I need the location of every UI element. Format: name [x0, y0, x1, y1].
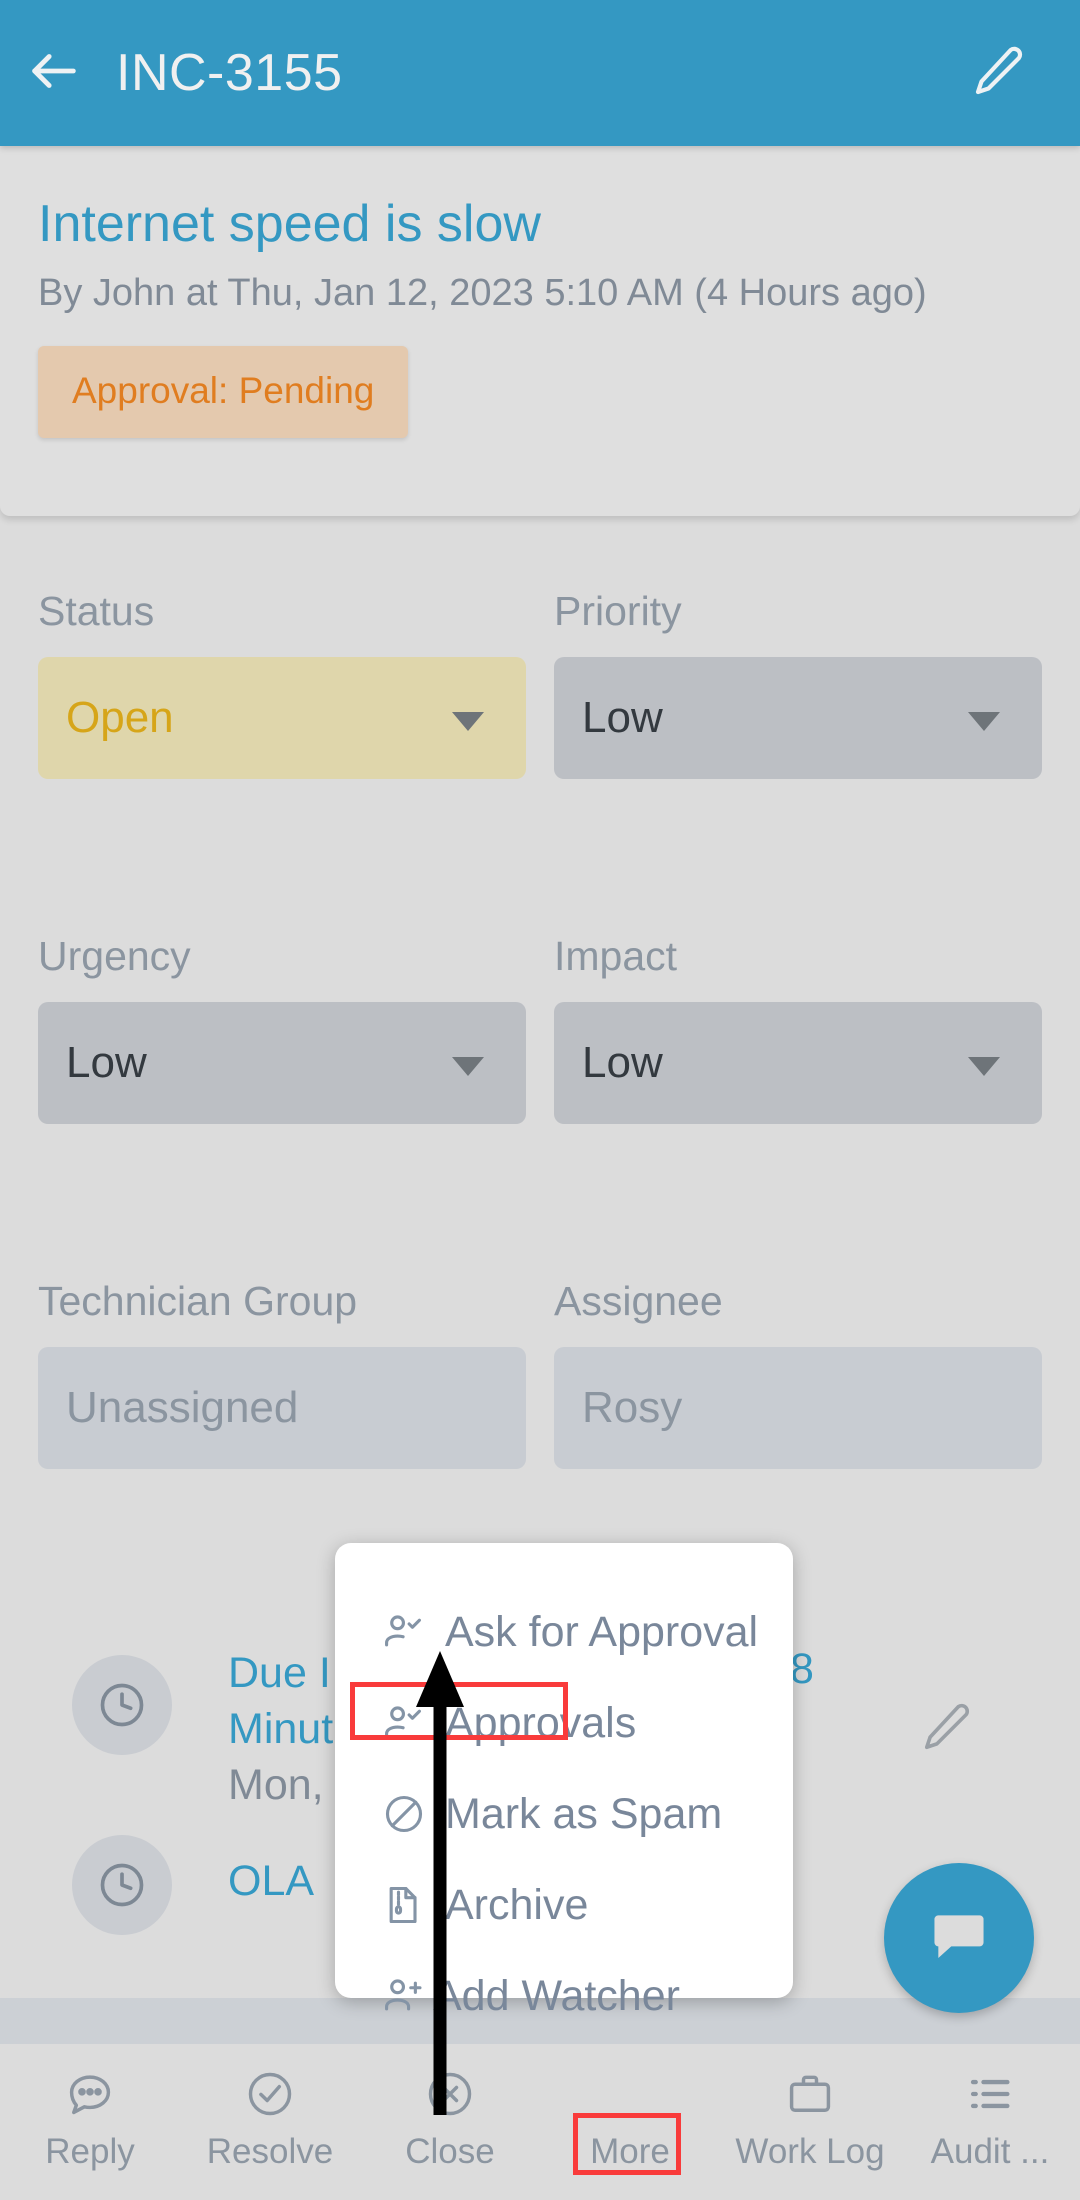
nav-item-audit[interactable]: Audit ...	[900, 2044, 1080, 2200]
status-badge: Approval: Pending	[38, 346, 409, 438]
field-value: Rosy	[582, 1383, 683, 1432]
briefcase-icon	[784, 2064, 836, 2124]
check-circle-icon	[244, 2064, 296, 2124]
block-icon	[375, 1785, 433, 1843]
menu-item-mark-as-spam[interactable]: Mark as Spam	[335, 1777, 793, 1851]
nav-item-label: Resolve	[206, 2132, 334, 2171]
ticket-meta: By John at Thu, Jan 12, 2023 5:10 AM (4 …	[38, 272, 927, 314]
technician-group-input[interactable]: Unassigned	[38, 1347, 526, 1469]
menu-spacer	[335, 1942, 793, 1959]
status-dropdown[interactable]: Open	[38, 657, 526, 779]
menu-item-label: Add Watcher	[433, 1971, 680, 2020]
field-label: Urgency	[38, 933, 191, 979]
menu-spacer	[335, 1760, 793, 1777]
pencil-icon	[971, 43, 1027, 104]
field-value: Low	[582, 1038, 663, 1087]
field-label: Technician Group	[38, 1278, 358, 1324]
page-title: INC-3155	[116, 44, 343, 102]
sla-due-line1: Due I	[228, 1649, 331, 1697]
field-urgency: Urgency Low	[38, 933, 526, 1124]
field-label: Priority	[554, 588, 682, 634]
ticket-summary-card: Internet speed is slow By John at Thu, J…	[0, 146, 1080, 516]
field-priority: Priority Low	[554, 588, 1042, 779]
app-bar: INC-3155	[0, 0, 1080, 146]
user-check-icon	[375, 1694, 433, 1752]
field-impact: Impact Low	[554, 933, 1042, 1124]
menu-item-label: Archive	[445, 1880, 589, 1929]
field-label: Assignee	[554, 1278, 723, 1324]
user-plus-icon	[375, 1967, 433, 2025]
archive-file-icon	[375, 1876, 433, 1934]
nav-item-label: Audit ...	[930, 2132, 1050, 2171]
sla-due-line2: Minut	[228, 1705, 334, 1753]
nav-item-label: Reply	[45, 2132, 135, 2171]
menu-item-ask-for-approval[interactable]: Ask for Approval	[335, 1595, 793, 1669]
impact-dropdown[interactable]: Low	[554, 1002, 1042, 1124]
nav-item-label: Work Log	[735, 2132, 885, 2171]
clock-icon	[72, 1655, 172, 1755]
close-circle-icon	[424, 2064, 476, 2124]
priority-dropdown[interactable]: Low	[554, 657, 1042, 779]
menu-item-add-watcher[interactable]: Add Watcher	[335, 1959, 793, 2033]
assignee-input[interactable]: Rosy	[554, 1347, 1042, 1469]
nav-item-more[interactable]: More	[540, 2044, 720, 2200]
menu-item-label: Mark as Spam	[445, 1789, 723, 1838]
back-button[interactable]	[0, 0, 108, 146]
field-label: Impact	[554, 933, 678, 979]
nav-item-label: Close	[405, 2132, 495, 2171]
nav-item-resolve[interactable]: Resolve	[180, 2044, 360, 2200]
field-value: Open	[66, 693, 174, 742]
menu-item-label: Approvals	[445, 1698, 637, 1747]
field-label: Status	[38, 588, 155, 634]
list-icon	[964, 2064, 1016, 2124]
more-options-popup: Ask for Approval Approvals Mark as Spam …	[335, 1543, 793, 2020]
field-value: Low	[66, 1038, 147, 1087]
menu-item-approvals[interactable]: Approvals	[335, 1686, 793, 1760]
field-value: Low	[582, 693, 663, 742]
sla-ola-line1: OLA	[228, 1857, 315, 1905]
chevron-down-icon	[452, 712, 484, 731]
field-assignee: Assignee Rosy	[554, 1278, 1042, 1469]
sla-edit-button[interactable]	[920, 1700, 974, 1759]
user-check-icon	[375, 1603, 433, 1661]
comment-dots-icon	[64, 2064, 116, 2124]
nav-item-reply[interactable]: Reply	[0, 2044, 180, 2200]
edit-ticket-button[interactable]	[944, 0, 1054, 146]
pencil-icon	[920, 1703, 974, 1758]
menu-spacer	[335, 1669, 793, 1686]
menu-item-archive[interactable]: Archive	[335, 1868, 793, 1942]
sla-due-line3: Mon,	[228, 1761, 324, 1809]
chat-icon	[928, 1905, 990, 1972]
sla-due-line1-tail: 8	[790, 1645, 814, 1693]
urgency-dropdown[interactable]: Low	[38, 1002, 526, 1124]
menu-item-label: Ask for Approval	[445, 1607, 759, 1656]
menu-spacer	[335, 1851, 793, 1868]
field-technician-group: Technician Group Unassigned	[38, 1278, 526, 1469]
app-screen: INC-3155 Internet speed is slow By John …	[0, 0, 1080, 2200]
nav-item-label: More	[590, 2132, 670, 2171]
nav-item-work-log[interactable]: Work Log	[720, 2044, 900, 2200]
clock-icon	[72, 1835, 172, 1935]
nav-item-close[interactable]: Close	[360, 2044, 540, 2200]
chevron-down-icon	[968, 1057, 1000, 1076]
chevron-down-icon	[968, 712, 1000, 731]
field-status: Status Open	[38, 588, 526, 779]
field-value: Unassigned	[66, 1383, 299, 1432]
bottom-navigation-bar: Reply Resolve Close More Work Log Audit …	[0, 2044, 1080, 2200]
chat-fab-button[interactable]	[884, 1863, 1034, 2013]
ticket-subject[interactable]: Internet speed is slow	[38, 194, 541, 254]
chevron-down-icon	[452, 1057, 484, 1076]
arrow-left-icon	[25, 42, 83, 105]
